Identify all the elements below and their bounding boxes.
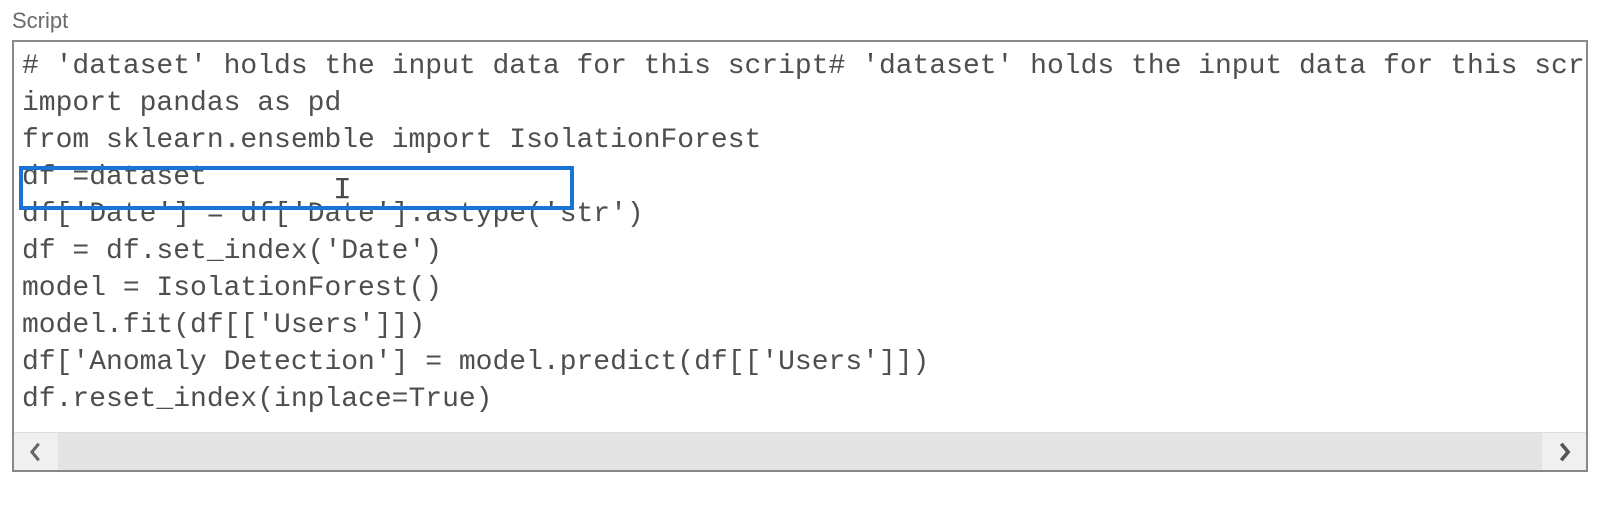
script-editor-container: # 'dataset' holds the input data for thi… xyxy=(12,40,1588,472)
scroll-left-button[interactable] xyxy=(14,433,58,470)
code-line: from sklearn.ensemble import IsolationFo… xyxy=(22,122,1578,159)
code-line: df = df.set_index('Date') xyxy=(22,233,1578,270)
section-label: Script xyxy=(12,8,1588,34)
code-line: df.reset_index(inplace=True) xyxy=(22,381,1578,418)
scroll-track[interactable] xyxy=(58,433,1542,470)
code-line: model = IsolationForest() xyxy=(22,270,1578,307)
code-line: # 'dataset' holds the input data for thi… xyxy=(22,48,1578,85)
chevron-right-icon xyxy=(1555,441,1573,463)
horizontal-scrollbar[interactable] xyxy=(14,432,1586,470)
chevron-left-icon xyxy=(27,441,45,463)
scroll-right-button[interactable] xyxy=(1542,433,1586,470)
script-editor[interactable]: # 'dataset' holds the input data for thi… xyxy=(14,42,1586,432)
code-line: model.fit(df[['Users']]) xyxy=(22,307,1578,344)
code-line: df['Date'] = df['Date'].astype('str') xyxy=(22,196,1578,233)
code-line: import pandas as pd xyxy=(22,85,1578,122)
code-line: df['Anomaly Detection'] = model.predict(… xyxy=(22,344,1578,381)
code-line: df =dataset xyxy=(22,159,1578,196)
